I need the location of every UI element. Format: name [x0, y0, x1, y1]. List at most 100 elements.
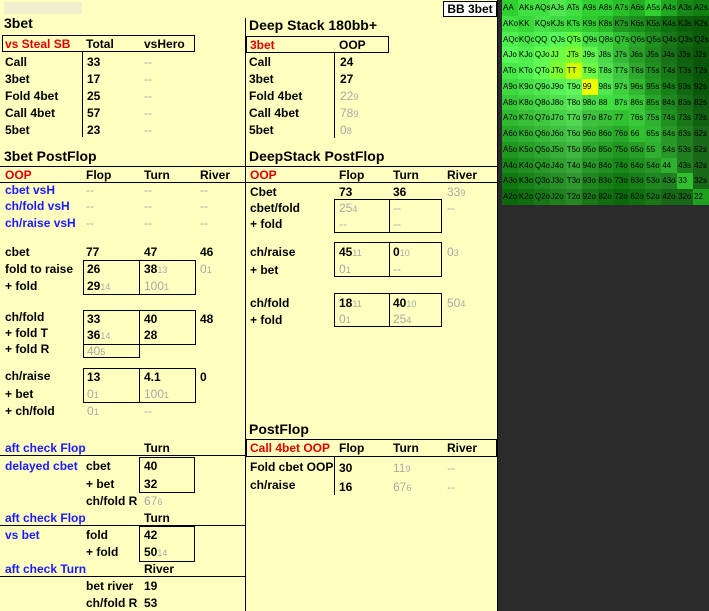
row-total: 17 — [87, 72, 101, 86]
hand-cell: 99 — [581, 78, 598, 95]
hand-cell: JTo — [549, 63, 566, 79]
hand-cell: A3o — [502, 173, 518, 190]
row-value: 42 — [144, 528, 158, 542]
hand-cell: A7o — [502, 110, 518, 127]
row-value: -- — [144, 404, 152, 418]
hand-cell: K5o — [517, 141, 534, 158]
hand-cell: AJo — [502, 47, 518, 64]
section-title-deepstack: Deep Stack 180bb+ — [249, 17, 378, 33]
row-value: 1001 — [144, 387, 170, 401]
row-value: 1811 — [339, 296, 362, 310]
row-value: 28 — [144, 328, 158, 342]
hand-cell: 62s — [693, 126, 709, 142]
row-label: Call 4bet — [5, 106, 56, 120]
row-label: ch/fold R — [86, 494, 138, 508]
row-value: 27 — [340, 72, 354, 86]
hand-cell: 96s — [629, 78, 646, 95]
hand-cell: 62o — [629, 189, 646, 205]
row-label: 5bet — [5, 123, 30, 137]
row-label: + fold — [5, 279, 38, 293]
panel-border — [497, 0, 498, 611]
hand-cell: 83o — [597, 173, 614, 190]
hand-cell: 95o — [581, 141, 598, 158]
hand-cell: KJs — [549, 15, 566, 32]
row-value: 19 — [144, 579, 158, 593]
row-divider — [82, 52, 83, 137]
hand-cell: K6o — [517, 126, 534, 142]
hand-cell: 84o — [597, 157, 614, 174]
row-value: 01 — [87, 387, 99, 401]
header-flop: Flop — [339, 168, 365, 182]
hand-cell: KQs — [533, 15, 550, 32]
row-label: + bet — [86, 477, 115, 491]
row-label: Cbet — [250, 185, 277, 199]
row-value: 77 — [86, 245, 100, 259]
row-value: 3614 — [87, 328, 111, 342]
hand-cell: 33 — [677, 173, 694, 190]
row-value: 676 — [393, 480, 412, 494]
row-total: 23 — [87, 123, 101, 137]
hand-cell: K3o — [517, 173, 534, 190]
row-label: cbet/fold — [250, 201, 300, 215]
row-label: cbet — [5, 245, 30, 259]
hand-cell: 22 — [693, 189, 709, 205]
row-value: -- — [447, 461, 455, 475]
hand-cell: 65o — [629, 141, 646, 158]
hand-cell: 42s — [693, 157, 709, 174]
hand-cell: 73o — [613, 173, 630, 190]
hand-cell: T2o — [565, 189, 582, 205]
row-hero: -- — [144, 89, 152, 103]
section-title: aft check Flop — [5, 511, 86, 525]
row-value: 40 — [144, 459, 158, 473]
header-oop: OOP — [5, 168, 32, 182]
hand-cell: J7o — [549, 110, 566, 127]
hand-cell: A3s — [677, 0, 694, 16]
hand-cell: T3s — [677, 63, 694, 79]
row-value: 30 — [339, 461, 353, 475]
section-title-deepstack-postflop: DeepStack PostFlop — [249, 148, 385, 164]
section-title-3bet: 3bet — [4, 15, 33, 31]
hand-cell: T7s — [613, 63, 630, 79]
row-value: 01 — [339, 312, 351, 326]
row-value: 47 — [144, 245, 158, 259]
row-divider — [334, 457, 335, 495]
hand-cell: 86s — [629, 94, 646, 111]
hand-cell: T7o — [565, 110, 582, 127]
row-value: -- — [393, 201, 401, 215]
row-value: 4010 — [393, 296, 417, 310]
box-divider — [139, 260, 140, 295]
row-value: 339 — [447, 185, 466, 199]
hand-cell: 75o — [613, 141, 630, 158]
row-total: 25 — [87, 89, 101, 103]
hand-cell: QJs — [549, 31, 566, 48]
hand-cell: ATs — [565, 0, 582, 16]
row-label: + fold — [86, 545, 119, 559]
row-value: 73 — [339, 185, 353, 199]
hand-cell: Q3s — [677, 31, 694, 48]
hand-cell: 64s — [661, 126, 678, 142]
row-value: 48 — [200, 312, 214, 326]
header-river: River — [447, 168, 478, 182]
hand-cell: TT — [565, 63, 582, 79]
row-label: ch/raise vsH — [5, 216, 76, 230]
hand-cell: A9o — [502, 78, 518, 95]
hand-cell: Q8o — [533, 94, 550, 111]
hand-cell: KJo — [517, 47, 534, 64]
hand-cell: AQo — [502, 31, 518, 48]
hand-cell: T8o — [565, 94, 582, 111]
hand-cell: A4s — [661, 0, 678, 16]
box-divider — [389, 199, 390, 233]
row-label: + fold — [250, 217, 283, 231]
hand-cell: T6s — [629, 63, 646, 79]
row-value: 03 — [447, 245, 459, 259]
hand-cell: Q4o — [533, 157, 550, 174]
hand-cell: Q7o — [533, 110, 550, 127]
hand-cell: K9o — [517, 78, 534, 95]
header-call-4bet-oop: Call 4bet OOP — [250, 441, 331, 455]
hand-cell: 93s — [677, 78, 694, 95]
hand-cell: K2o — [517, 189, 534, 205]
row-value: 24 — [340, 55, 354, 69]
hand-cell: Q7s — [613, 31, 630, 48]
section-title: aft check Turn — [5, 562, 87, 576]
hand-cell: 63o — [629, 173, 646, 190]
